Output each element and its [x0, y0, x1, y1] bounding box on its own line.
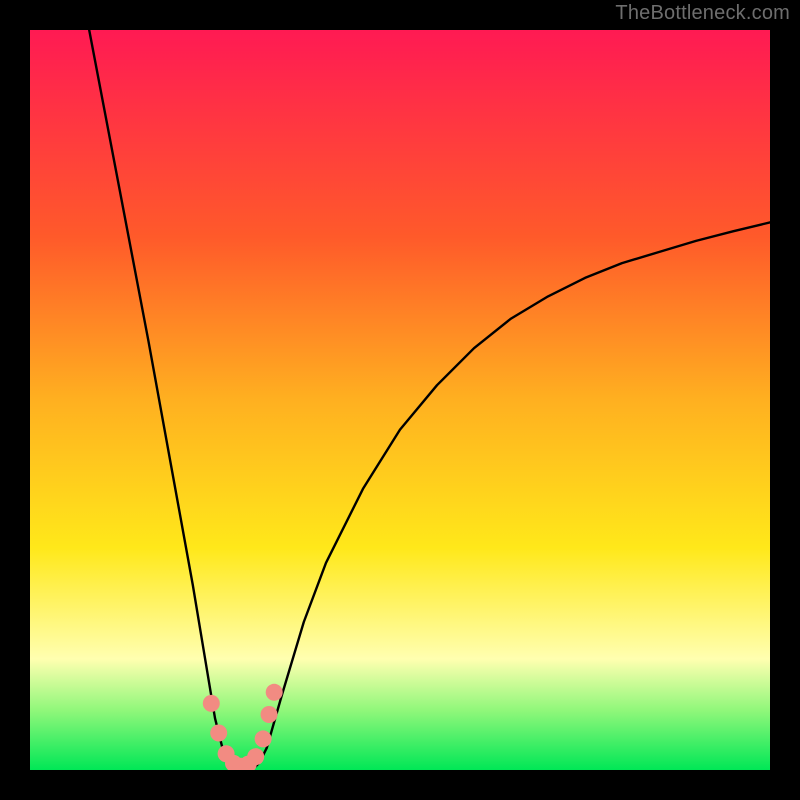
curve-marker [255, 730, 272, 747]
chart-svg [30, 30, 770, 770]
gradient-background [30, 30, 770, 770]
watermark-text: TheBottleneck.com [615, 2, 790, 25]
curve-marker [266, 684, 283, 701]
curve-marker [247, 748, 264, 765]
curve-marker [203, 695, 220, 712]
curve-marker [261, 706, 278, 723]
chart-frame: TheBottleneck.com [0, 0, 800, 800]
plot-area [30, 30, 770, 770]
curve-marker [210, 725, 227, 742]
